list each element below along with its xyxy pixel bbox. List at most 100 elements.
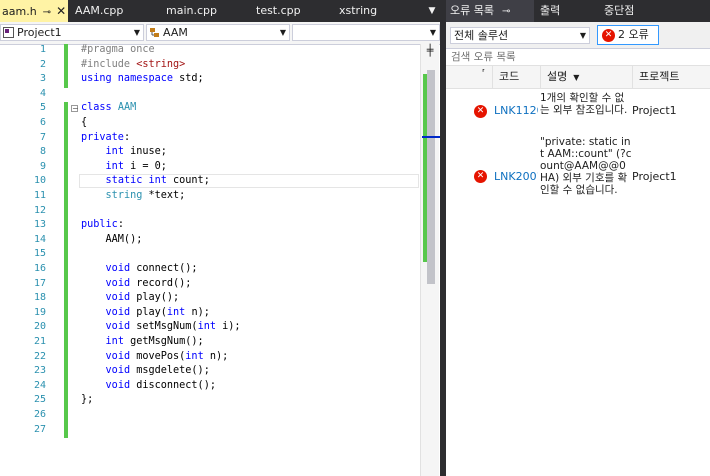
member-dropdown[interactable]: ▼: [292, 24, 440, 41]
code-line[interactable]: using namespace std;: [81, 73, 204, 84]
search-placeholder: 검색 오류 목록: [451, 51, 516, 63]
line-number: 14: [33, 233, 46, 245]
split-window-icon[interactable]: ╪: [423, 45, 437, 56]
error-row[interactable]: ✕ LNK2001 "private: static int AAM::coun…: [446, 136, 710, 222]
tab-aam-h[interactable]: aam.h ⊸ ✕: [0, 0, 68, 22]
code-line[interactable]: AAM();: [81, 234, 143, 245]
column-header-label: 프로젝트: [639, 70, 680, 83]
chevron-down-icon: ▼: [579, 31, 586, 40]
tab-overflow-dropdown-icon[interactable]: ▼: [424, 0, 440, 22]
pin-icon[interactable]: ⊸: [43, 2, 51, 24]
line-number: 10: [33, 175, 46, 187]
tab-error-list[interactable]: 오류 목록 ⊸: [446, 0, 534, 22]
error-icon: ✕: [474, 105, 487, 118]
code-line[interactable]: void play(int n);: [81, 307, 210, 318]
column-header-label: 코드: [499, 70, 520, 83]
tab-label: main.cpp: [166, 4, 217, 17]
line-number: 24: [33, 379, 46, 391]
code-text-area[interactable]: 1 #pragma once 2 #include <string> 3 using na…: [0, 44, 440, 476]
line-number: 20: [33, 321, 46, 333]
line-number: 25: [33, 394, 46, 406]
pin-icon[interactable]: ⊸: [502, 6, 510, 17]
column-header-code[interactable]: 코드: [492, 66, 540, 88]
change-tracking-bar: [64, 409, 68, 439]
code-line[interactable]: void play();: [81, 292, 180, 303]
line-number: 9: [39, 160, 46, 172]
errors-filter-label: 2 오류: [618, 28, 649, 41]
error-search-input[interactable]: 검색 오류 목록: [446, 48, 710, 66]
scope-dropdown-value: AAM: [163, 26, 188, 39]
chevron-down-icon: ▼: [279, 28, 286, 37]
tab-test-cpp[interactable]: test.cpp: [256, 0, 301, 22]
project-dropdown-value: Project1: [17, 26, 62, 39]
line-number: 12: [33, 204, 46, 216]
tab-label: 출력: [540, 4, 561, 17]
project-dropdown[interactable]: Project1 ▼: [0, 24, 144, 41]
line-number: 13: [33, 219, 46, 231]
scope-value: 전체 솔루션: [454, 29, 509, 42]
line-number: 21: [33, 336, 46, 347]
error-description: 1개의 확인할 수 없는 외부 참조입니다.: [540, 92, 628, 116]
navigation-bar: Project1 ▼ AAM ▼ ▼: [0, 22, 440, 45]
current-line-highlight: [79, 174, 419, 189]
sort-indicator-icon: ⸢: [482, 68, 486, 77]
line-number: 6: [39, 117, 46, 128]
error-project: Project1: [632, 170, 677, 183]
code-line[interactable]: void record();: [81, 278, 192, 289]
code-line[interactable]: void movePos(int n);: [81, 351, 229, 362]
line-number: 11: [33, 190, 46, 201]
line-number: 15: [33, 248, 46, 260]
tab-xstring[interactable]: xstring: [339, 0, 377, 22]
chevron-down-icon: ▼: [429, 28, 436, 37]
code-line[interactable]: #include <string>: [81, 59, 185, 70]
tab-output[interactable]: 출력: [540, 0, 560, 22]
project-icon: [3, 27, 14, 38]
code-line[interactable]: void connect();: [81, 263, 198, 274]
error-list-pane: 오류 목록 ⊸ 출력 중단점 전체 솔루션 ▼ ✕ 2 오류 검색 오류 목록 ⸢ …: [446, 0, 710, 476]
error-code-link[interactable]: LNK2001: [494, 170, 538, 183]
code-line[interactable]: string *text;: [81, 190, 186, 201]
code-line[interactable]: void disconnect();: [81, 380, 216, 391]
close-icon[interactable]: ✕: [56, 0, 66, 22]
solution-scope-dropdown[interactable]: 전체 솔루션 ▼: [450, 27, 590, 44]
vertical-scrollbar[interactable]: ╪: [420, 44, 440, 476]
code-line[interactable]: int i = 0;: [81, 161, 167, 172]
code-line[interactable]: };: [81, 394, 93, 405]
caret-position-marker: [422, 136, 440, 138]
chevron-down-icon: ▼: [133, 28, 140, 37]
line-number: 23: [33, 365, 46, 377]
errors-filter-button[interactable]: ✕ 2 오류: [597, 25, 659, 45]
line-number: 27: [33, 423, 46, 435]
line-number: 8: [39, 146, 46, 158]
line-number: 26: [33, 409, 46, 420]
line-number: 17: [33, 277, 46, 289]
line-number: 19: [33, 306, 46, 318]
tab-main-cpp[interactable]: main.cpp: [166, 0, 217, 22]
error-code-link[interactable]: LNK1120: [494, 104, 538, 117]
code-line[interactable]: void setMsgNum(int i);: [81, 321, 241, 332]
tab-breakpoints[interactable]: 중단점: [604, 0, 634, 22]
error-row[interactable]: ✕ LNK1120 1개의 확인할 수 없는 외부 참조입니다. Project…: [446, 90, 710, 134]
error-list-toolbar: 전체 솔루션 ▼ ✕ 2 오류: [446, 22, 710, 49]
code-line[interactable]: {: [81, 117, 87, 128]
tab-aam-cpp[interactable]: AAM.cpp: [75, 0, 123, 22]
error-icon: ✕: [474, 170, 487, 183]
error-description: "private: static int AAM::count" (?count…: [540, 136, 632, 196]
code-line[interactable]: int inuse;: [81, 146, 167, 157]
column-header-label: 설명: [547, 70, 568, 83]
collapse-outline-icon[interactable]: −: [71, 105, 79, 113]
code-line[interactable]: private:: [81, 132, 130, 143]
code-line[interactable]: class AAM: [81, 102, 136, 113]
tab-label: 오류 목록: [450, 4, 494, 17]
line-number: 3: [39, 73, 46, 85]
scrollbar-thumb[interactable]: [427, 70, 435, 284]
code-line[interactable]: int getMsgNum();: [81, 336, 204, 347]
scope-dropdown[interactable]: AAM ▼: [146, 24, 290, 41]
code-line[interactable]: #pragma once: [81, 44, 155, 55]
code-line[interactable]: public:: [81, 219, 124, 230]
tab-label: xstring: [339, 4, 378, 17]
code-line[interactable]: void msgdelete();: [81, 365, 210, 376]
line-number: 1: [39, 44, 46, 55]
column-header-description[interactable]: 설명 ▼: [540, 66, 632, 88]
column-header-project[interactable]: 프로젝트: [632, 66, 710, 88]
